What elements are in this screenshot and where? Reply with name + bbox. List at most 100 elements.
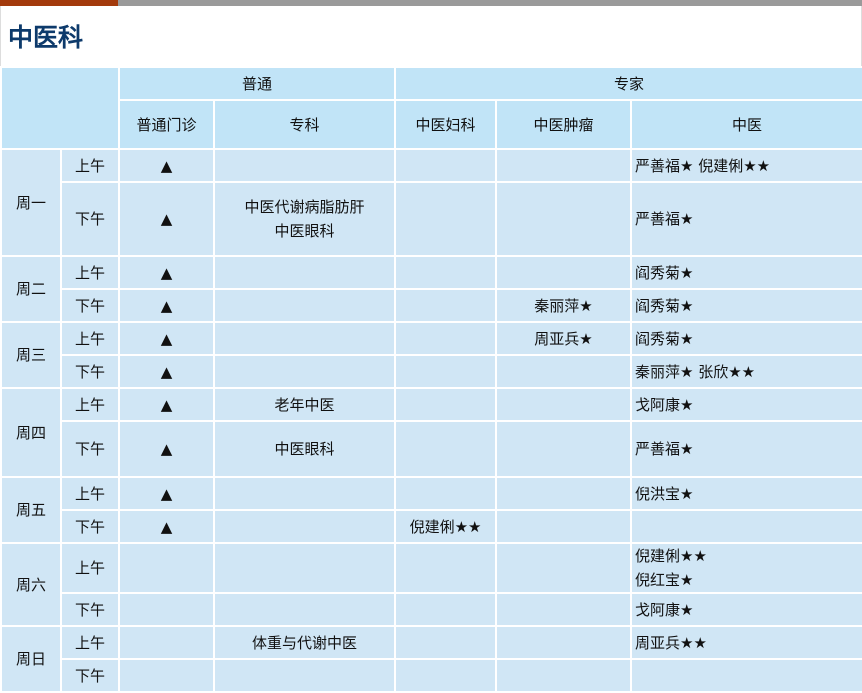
day-cell: 周六 bbox=[0, 542, 62, 627]
tcm-doctor-cell: 秦丽萍★ 张欣★★ bbox=[630, 354, 862, 389]
oncology-cell bbox=[495, 509, 633, 544]
tcm-doctor-cell: 倪建俐★★ 倪红宝★ bbox=[630, 542, 862, 594]
specialty-cell bbox=[212, 542, 397, 594]
gynecology-cell bbox=[394, 148, 498, 183]
general-clinic-cell: ▲ bbox=[118, 354, 215, 389]
day-cell: 周一 bbox=[0, 148, 62, 257]
specialty-cell bbox=[212, 255, 397, 290]
general-clinic-cell: ▲ bbox=[118, 181, 215, 257]
specialty-cell bbox=[212, 288, 397, 323]
period-cell: 上午 bbox=[60, 542, 120, 594]
oncology-cell bbox=[495, 476, 633, 511]
specialty-cell bbox=[212, 148, 397, 183]
period-cell: 下午 bbox=[60, 181, 120, 257]
general-clinic-cell bbox=[118, 658, 215, 693]
day-cell: 周二 bbox=[0, 255, 62, 323]
specialty-cell: 老年中医 bbox=[212, 387, 397, 422]
general-clinic-cell: ▲ bbox=[118, 321, 215, 356]
col-tcm: 中医 bbox=[630, 99, 862, 150]
general-clinic-cell bbox=[118, 592, 215, 627]
tcm-doctor-cell: 严善福★ bbox=[630, 181, 862, 257]
tcm-doctor-cell: 周亚兵★★ bbox=[630, 625, 862, 660]
general-clinic-cell: ▲ bbox=[118, 420, 215, 478]
oncology-cell bbox=[495, 354, 633, 389]
period-cell: 下午 bbox=[60, 658, 120, 693]
day-cell: 周三 bbox=[0, 321, 62, 389]
gynecology-cell bbox=[394, 592, 498, 627]
oncology-cell bbox=[495, 148, 633, 183]
period-cell: 上午 bbox=[60, 148, 120, 183]
general-clinic-cell: ▲ bbox=[118, 509, 215, 544]
specialty-cell bbox=[212, 321, 397, 356]
oncology-cell bbox=[495, 255, 633, 290]
gynecology-cell bbox=[394, 321, 498, 356]
oncology-cell: 周亚兵★ bbox=[495, 321, 633, 356]
gynecology-cell bbox=[394, 387, 498, 422]
col-tcm-gynecology: 中医妇科 bbox=[394, 99, 498, 150]
table-row: 周五 上午 ▲ 倪洪宝★ bbox=[0, 476, 862, 544]
specialty-cell bbox=[212, 592, 397, 627]
gynecology-cell bbox=[394, 625, 498, 660]
gynecology-cell bbox=[394, 354, 498, 389]
table-row: 周一 上午 ▲ 严善福★ 倪建俐★★ bbox=[0, 148, 862, 257]
specialty-cell: 体重与代谢中医 bbox=[212, 625, 397, 660]
col-specialty: 专科 bbox=[212, 99, 397, 150]
oncology-cell bbox=[495, 658, 633, 693]
table-row: 周四 上午 ▲ 老年中医 戈阿康★ bbox=[0, 387, 862, 478]
tcm-doctor-cell bbox=[630, 658, 862, 693]
general-clinic-cell: ▲ bbox=[118, 476, 215, 511]
period-cell: 下午 bbox=[60, 420, 120, 478]
page-title: 中医科 bbox=[0, 6, 862, 66]
tcm-doctor-cell: 倪洪宝★ bbox=[630, 476, 862, 511]
day-cell: 周四 bbox=[0, 387, 62, 478]
col-tcm-oncology: 中医肿瘤 bbox=[495, 99, 633, 150]
gynecology-cell bbox=[394, 476, 498, 511]
table-row: 周二 上午 ▲ 阎秀菊★ bbox=[0, 255, 862, 323]
top-accent-bar bbox=[0, 0, 862, 6]
tcm-doctor-cell: 阎秀菊★ bbox=[630, 255, 862, 290]
general-clinic-cell: ▲ bbox=[118, 288, 215, 323]
gynecology-cell bbox=[394, 542, 498, 594]
specialty-cell: 中医代谢病脂肪肝 中医眼科 bbox=[212, 181, 397, 257]
period-cell: 上午 bbox=[60, 387, 120, 422]
oncology-cell bbox=[495, 420, 633, 478]
table-row: 下午 ▲ 秦丽萍★ 阎秀菊★ bbox=[1, 288, 862, 323]
general-clinic-cell: ▲ bbox=[118, 255, 215, 290]
schedule-table: 普通 专家 普通门诊 专科 中医妇科 中医肿瘤 中医 周一 上午 ▲ 严善福★ 倪建俐… bbox=[0, 66, 862, 693]
period-cell: 上午 bbox=[60, 321, 120, 356]
header-general: 普通 bbox=[117, 66, 397, 101]
oncology-cell bbox=[495, 181, 633, 257]
oncology-cell bbox=[495, 542, 633, 594]
tcm-doctor-cell: 阎秀菊★ bbox=[630, 321, 862, 356]
table-row: 下午 ▲ 中医代谢病脂肪肝 中医眼科 严善福★ bbox=[1, 181, 862, 257]
period-cell: 下午 bbox=[60, 288, 120, 323]
table-row: 周三 上午 ▲ 周亚兵★ 阎秀菊★ bbox=[0, 321, 862, 389]
tcm-doctor-cell: 严善福★ bbox=[630, 420, 862, 478]
general-clinic-cell bbox=[118, 625, 215, 660]
oncology-cell: 秦丽萍★ bbox=[495, 288, 633, 323]
corner-cell bbox=[0, 66, 120, 150]
gynecology-cell bbox=[394, 420, 498, 478]
tcm-doctor-cell: 戈阿康★ bbox=[630, 592, 862, 627]
period-cell: 下午 bbox=[60, 592, 120, 627]
specialty-cell bbox=[212, 658, 397, 693]
tcm-doctor-cell: 戈阿康★ bbox=[630, 387, 862, 422]
table-row: 下午 bbox=[1, 658, 862, 693]
specialty-cell bbox=[212, 476, 397, 511]
day-cell: 周日 bbox=[0, 625, 62, 693]
table-row: 下午 ▲ 中医眼科 严善福★ bbox=[1, 420, 862, 478]
table-row: 下午 ▲ 秦丽萍★ 张欣★★ bbox=[1, 354, 862, 389]
period-cell: 下午 bbox=[60, 509, 120, 544]
table-row: 周六 上午 倪建俐★★ 倪红宝★ bbox=[0, 542, 862, 627]
general-clinic-cell: ▲ bbox=[118, 387, 215, 422]
oncology-cell bbox=[495, 592, 633, 627]
gynecology-cell bbox=[394, 255, 498, 290]
period-cell: 上午 bbox=[60, 255, 120, 290]
col-general-clinic: 普通门诊 bbox=[118, 99, 215, 150]
period-cell: 上午 bbox=[60, 625, 120, 660]
general-clinic-cell bbox=[118, 542, 215, 594]
tcm-doctor-cell bbox=[630, 509, 862, 544]
header-expert: 专家 bbox=[394, 66, 862, 101]
gynecology-cell bbox=[394, 181, 498, 257]
specialty-cell bbox=[212, 354, 397, 389]
